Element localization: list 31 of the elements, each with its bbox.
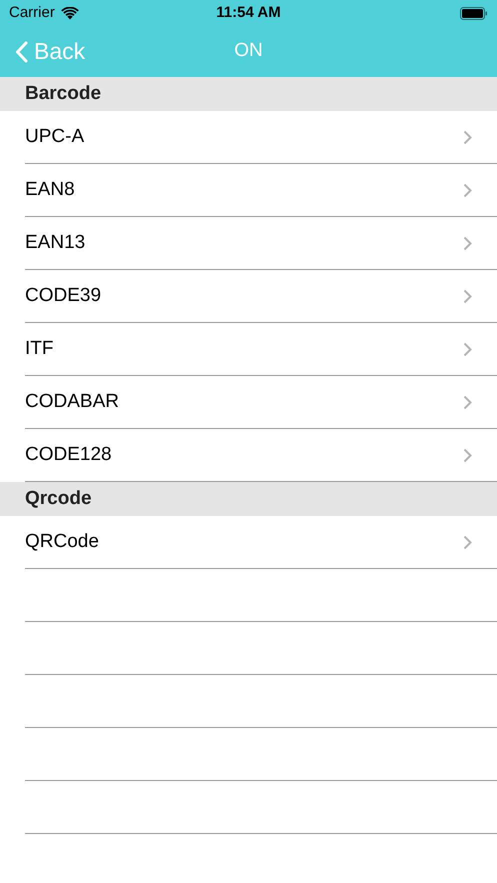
- list-item[interactable]: EAN13: [0, 217, 497, 270]
- list-item[interactable]: QRCode: [0, 516, 497, 569]
- chevron-right-icon: [463, 130, 472, 144]
- item-label: QRCode: [25, 530, 99, 554]
- chevron-right-icon: [463, 394, 472, 410]
- chevron-right-icon: [463, 288, 472, 304]
- carrier-label: Carrier: [9, 2, 55, 23]
- chevron-right-icon: [463, 236, 472, 250]
- chevron-left-icon: [15, 40, 28, 62]
- item-label: CODE39: [25, 284, 102, 308]
- list-item[interactable]: ITF: [0, 323, 497, 376]
- battery-icon: [460, 6, 488, 20]
- chevron-right-icon: [463, 534, 472, 550]
- item-label: ITF: [25, 336, 54, 361]
- section-header: Qrcode: [0, 482, 497, 516]
- item-label: CODABAR: [25, 390, 119, 414]
- item-label: CODE128: [25, 442, 112, 467]
- list-item[interactable]: EAN8: [0, 164, 497, 217]
- list-item[interactable]: CODE39: [0, 270, 497, 323]
- page-title: ON: [234, 39, 263, 64]
- item-label: EAN13: [25, 230, 86, 255]
- section-header: Barcode: [0, 77, 497, 111]
- item-label: EAN8: [25, 178, 75, 202]
- clock-label: 11:54 AM: [216, 2, 281, 23]
- list-item[interactable]: UPC-A: [0, 111, 497, 164]
- chevron-right-icon: [463, 342, 472, 356]
- item-label: UPC-A: [25, 124, 84, 149]
- wifi-icon: [60, 6, 79, 20]
- chevron-right-icon: [463, 448, 472, 462]
- list-item[interactable]: CODABAR: [0, 376, 497, 429]
- chevron-right-icon: [463, 182, 472, 198]
